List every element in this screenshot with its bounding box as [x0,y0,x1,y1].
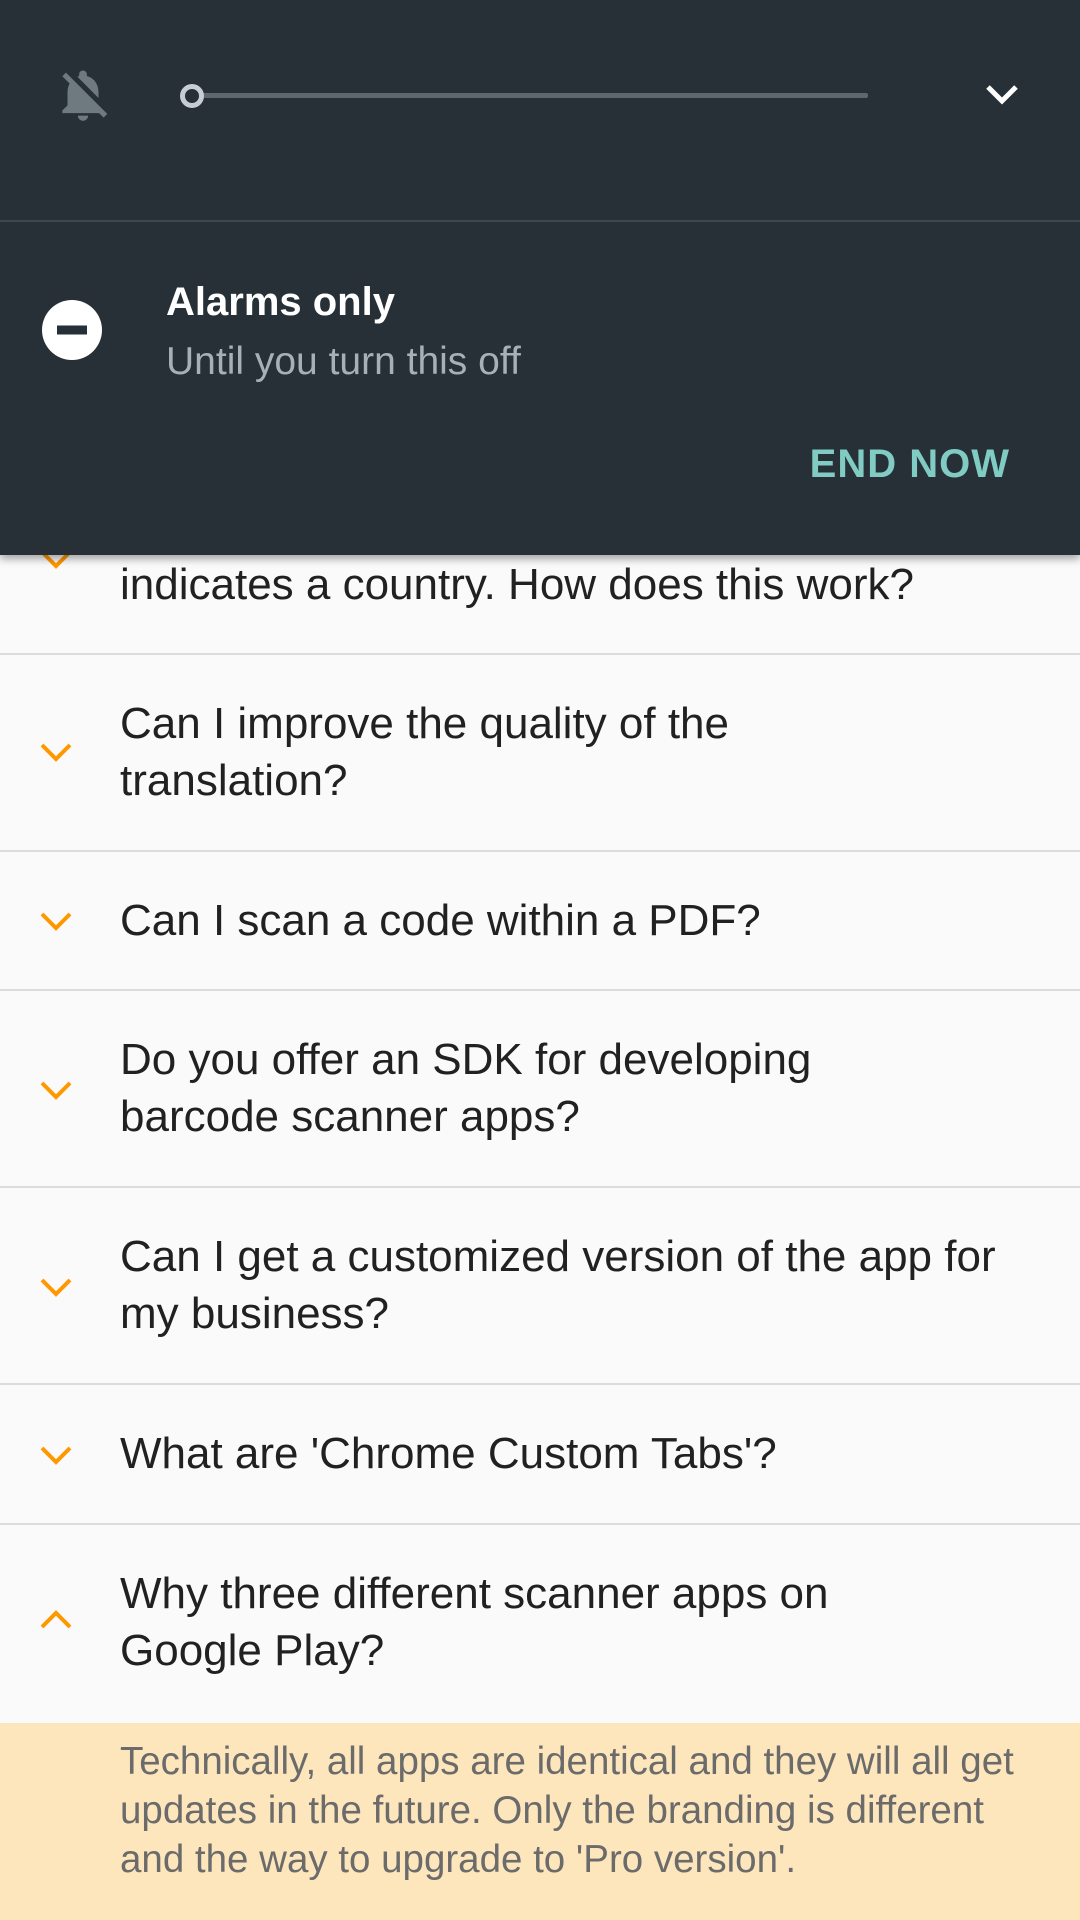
dnd-mode-row[interactable]: Alarms only Until you turn this off [0,222,1080,422]
chevron-down-icon [40,743,72,762]
faq-question: Why three different scanner apps on Goog… [120,1569,829,1675]
do-not-disturb-icon [42,300,102,360]
dnd-mode-subtitle: Until you turn this off [166,340,521,383]
faq-item[interactable]: Do you offer an SDK for developing barco… [0,991,1080,1188]
faq-question: What are 'Chrome Custom Tabs'? [120,1429,777,1478]
volume-slider-track[interactable] [200,93,868,98]
faq-item[interactable]: Can I improve the quality of the transla… [0,655,1080,852]
end-now-button[interactable]: END NOW [810,442,1010,487]
faq-answer-text: Technically, all apps are identical and … [120,1740,1014,1881]
faq-item[interactable]: Can I scan a code within a PDF? [0,852,1080,991]
faq-item[interactable]: Why three different scanner apps on Goog… [0,1525,1080,1723]
volume-slider[interactable] [180,80,890,110]
faq-question: Can I improve the quality of the transla… [120,699,729,805]
volume-dnd-panel: Alarms only Until you turn this off END … [0,0,1080,555]
volume-row [0,0,1080,220]
faq-item[interactable]: Can I get a customized version of the ap… [0,1188,1080,1385]
chevron-up-icon [40,1610,72,1629]
chevron-down-icon [40,912,72,931]
chevron-down-icon [40,1446,72,1465]
faq-question: Do you offer an SDK for developing barco… [120,1035,812,1141]
faq-question: Can I get a customized version of the ap… [120,1232,996,1338]
bell-off-icon[interactable] [52,64,114,126]
chevron-down-icon [40,1278,72,1297]
faq-question: indicates a country. How does this work? [120,560,914,609]
faq-item[interactable]: What are 'Chrome Custom Tabs'? [0,1385,1080,1525]
faq-answer: Technically, all apps are identical and … [0,1723,1080,1920]
chevron-down-icon [40,1081,72,1100]
volume-slider-thumb[interactable] [180,84,204,108]
chevron-down-icon[interactable] [978,70,1026,118]
faq-question: Can I scan a code within a PDF? [120,896,761,945]
faq-item[interactable]: indicates a country. How does this work? [0,540,1080,655]
dnd-mode-title: Alarms only [166,280,395,324]
